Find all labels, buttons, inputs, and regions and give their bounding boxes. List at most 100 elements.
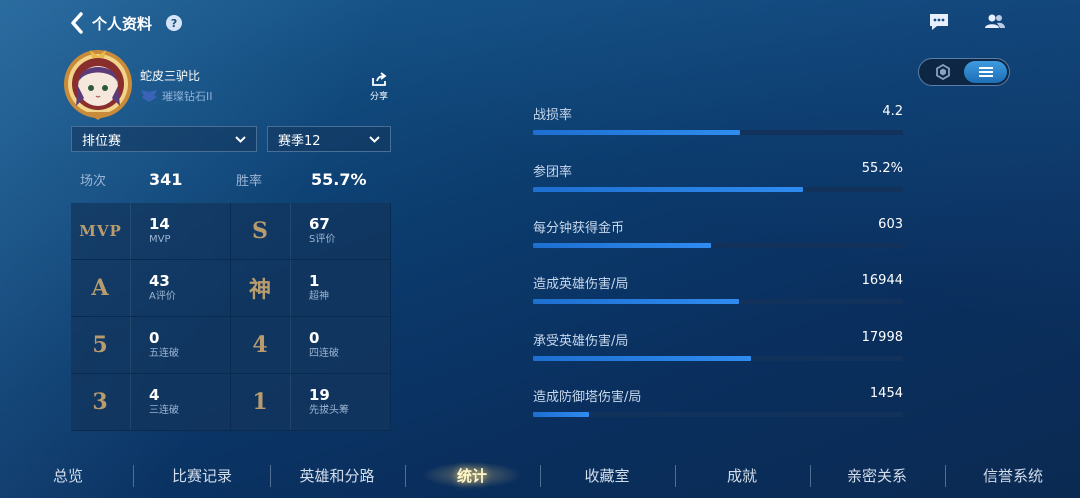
stat-bar-track	[533, 299, 903, 304]
rank: 璀璨钻石II	[140, 88, 213, 104]
header: 个人资料 ?	[70, 10, 183, 36]
stat-bar-track	[533, 412, 903, 417]
stat-value: 16944	[861, 273, 903, 288]
tab-heroes-lanes[interactable]: 英雄和分路	[285, 465, 389, 486]
view-toggle[interactable]	[918, 58, 1010, 86]
achievement-mvp: MVP 14 MVP	[71, 203, 231, 260]
stat-bar-track	[533, 356, 903, 361]
winrate-summary: 胜率	[236, 170, 262, 189]
stat-label: 战损率	[533, 108, 573, 123]
stat-row: 参团率 55.2%	[533, 161, 903, 192]
stat-bar-track	[533, 130, 903, 135]
tab-match-history[interactable]: 比赛记录	[156, 465, 248, 486]
player-name: 蛇皮三驴比	[140, 69, 201, 83]
stat-bar-fill	[533, 243, 711, 248]
stat-row: 战损率 4.2	[533, 104, 903, 135]
winrate-value-wrap: 55.7%	[311, 170, 367, 189]
stat-label: 每分钟获得金币	[533, 221, 625, 236]
stat-value: 603	[878, 217, 903, 232]
stat-label: 承受英雄伤害/局	[533, 334, 629, 349]
season-dropdown[interactable]: 赛季12	[267, 126, 391, 152]
achievement-value: 67	[309, 215, 330, 233]
stat-bar-fill	[533, 130, 741, 135]
stat-label: 造成防御塔伤害/局	[533, 390, 642, 405]
tab-statistics[interactable]: 统计	[428, 465, 516, 486]
share-button[interactable]: 分享	[370, 72, 388, 102]
chevron-down-icon	[235, 135, 246, 143]
toggle-list-view[interactable]	[964, 61, 1007, 83]
top-right-actions	[928, 12, 1006, 32]
achievement-label: MVP	[149, 234, 171, 245]
stat-label: 造成英雄伤害/局	[533, 277, 629, 292]
achievement-grid: MVP 14 MVP S 67 S评价 A 43 A评价 神 1 超神 5 0 五连破 4…	[71, 203, 391, 431]
achievement-value: 0	[149, 329, 160, 347]
three-badge-icon: 3	[92, 389, 109, 415]
matches-value: 341	[149, 170, 183, 189]
achievement-value: 19	[309, 386, 330, 404]
mode-dropdown[interactable]: 排位赛	[71, 126, 257, 152]
tab-relationships[interactable]: 亲密关系	[830, 465, 924, 486]
tab-credit-system[interactable]: 信誉系统	[965, 465, 1061, 486]
matches-label: 场次	[80, 174, 107, 189]
s-badge-icon: S	[252, 218, 269, 244]
tab-achievements[interactable]: 成就	[698, 465, 786, 486]
mode-dropdown-value: 排位赛	[82, 133, 122, 149]
stat-bar-fill	[533, 356, 752, 361]
season-dropdown-value: 赛季12	[278, 133, 321, 149]
achievement-value: 1	[309, 272, 320, 290]
stat-bar-track	[533, 243, 903, 248]
stat-bar-fill	[533, 412, 589, 417]
achievement-value: 14	[149, 215, 170, 233]
matches-summary: 场次	[80, 170, 106, 189]
achievement-triple: 3 4 三连破	[71, 374, 231, 431]
matches-value-wrap: 341	[149, 170, 182, 189]
achievement-a: A 43 A评价	[71, 260, 231, 317]
avatar[interactable]	[60, 46, 136, 122]
share-icon	[372, 72, 387, 86]
achievement-label: 四连破	[309, 348, 339, 359]
stat-row: 造成防御塔伤害/局 1454	[533, 386, 903, 417]
achievement-value: 43	[149, 272, 170, 290]
mvp-badge-icon: MVP	[79, 222, 122, 240]
achievement-label: 五连破	[149, 348, 179, 359]
stat-value: 17998	[861, 330, 903, 345]
achievement-godlike: 神 1 超神	[231, 260, 391, 317]
tab-collection[interactable]: 收藏室	[563, 465, 651, 486]
stat-bar-track	[533, 187, 903, 192]
achievement-penta: 5 0 五连破	[71, 317, 231, 374]
stat-value: 1454	[869, 386, 903, 401]
achievement-quadra: 4 0 四连破	[231, 317, 391, 374]
friends-icon[interactable]	[984, 12, 1006, 32]
winrate-label: 胜率	[236, 174, 263, 189]
stat-row: 造成英雄伤害/局 16944	[533, 273, 903, 304]
share-label: 分享	[370, 92, 389, 102]
chat-icon[interactable]	[928, 12, 950, 32]
achievement-value: 0	[309, 329, 320, 347]
stat-bar-fill	[533, 187, 804, 192]
five-badge-icon: 5	[92, 332, 109, 358]
stat-value: 4.2	[882, 104, 903, 119]
achievement-s: S 67 S评价	[231, 203, 391, 260]
achievement-label: 超神	[309, 291, 329, 302]
achievement-label: 先拔头筹	[309, 405, 349, 416]
godlike-badge-icon: 神	[248, 277, 272, 303]
help-icon[interactable]: ?	[166, 15, 183, 31]
one-badge-icon: 1	[252, 389, 269, 415]
achievement-label: 三连破	[149, 405, 179, 416]
back-arrow-icon[interactable]	[70, 12, 84, 34]
hexagon-icon	[935, 64, 950, 80]
achievement-first-blood: 1 19 先拔头筹	[231, 374, 391, 431]
achievement-label: S评价	[309, 234, 336, 245]
chevron-down-icon	[369, 135, 380, 143]
four-badge-icon: 4	[252, 332, 269, 358]
list-icon	[978, 67, 993, 77]
rank-wings-icon	[141, 90, 157, 102]
tab-overview[interactable]: 总览	[24, 465, 112, 486]
stat-row: 承受英雄伤害/局 17998	[533, 330, 903, 361]
a-badge-icon: A	[91, 275, 110, 301]
stat-row: 每分钟获得金币 603	[533, 217, 903, 248]
stat-bar-fill	[533, 299, 739, 304]
achievement-label: A评价	[149, 291, 176, 302]
toggle-hexagon-view[interactable]	[921, 61, 964, 83]
stat-label: 参团率	[533, 165, 573, 180]
